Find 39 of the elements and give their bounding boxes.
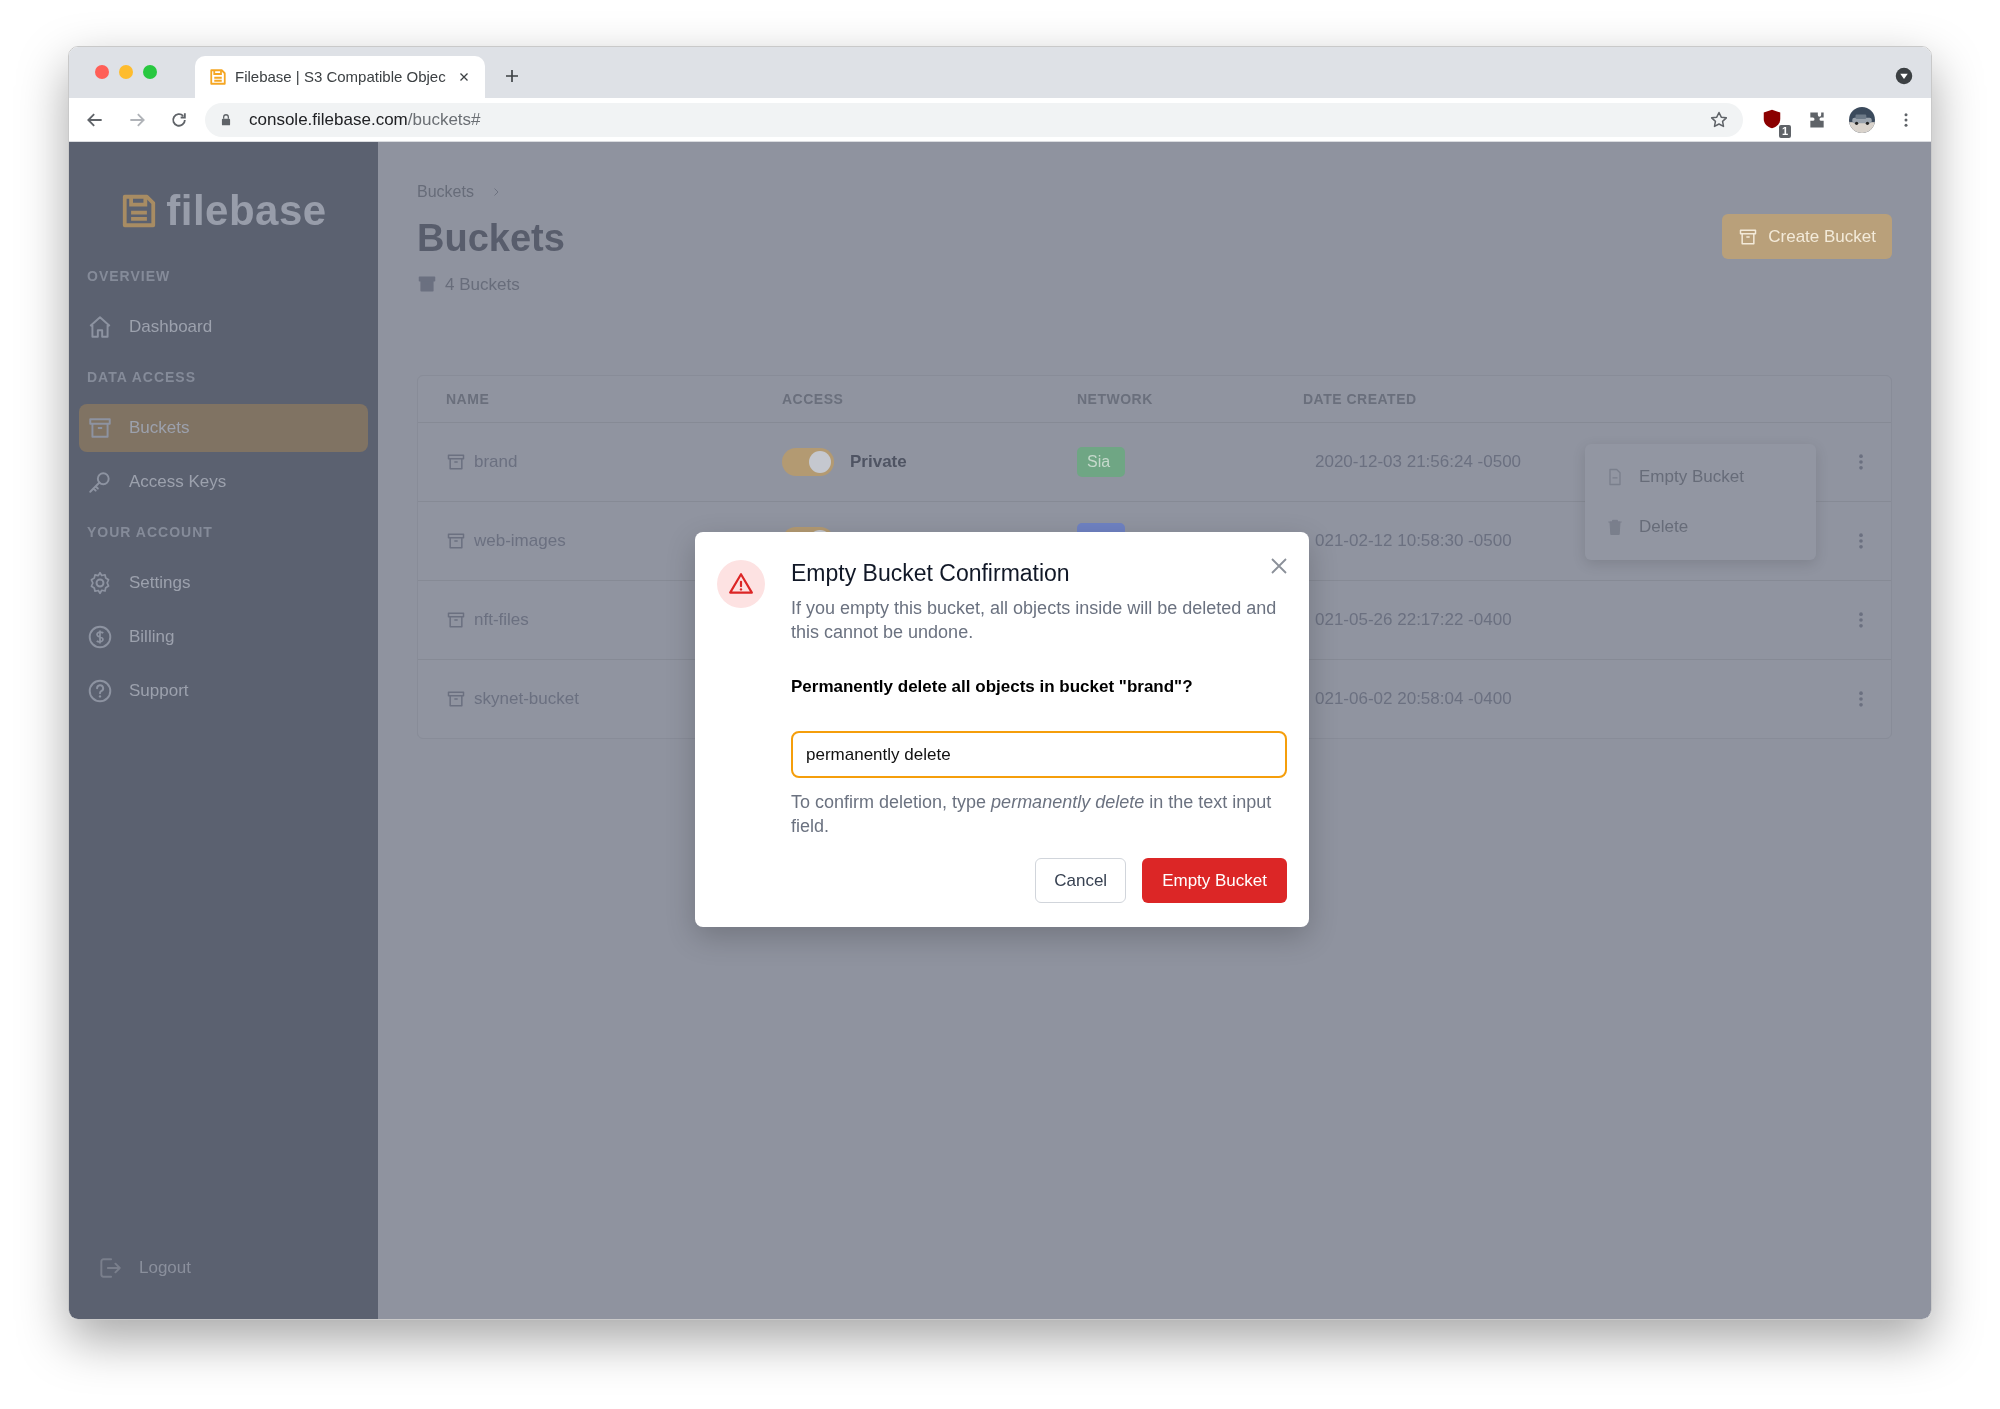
star-icon[interactable]	[1709, 109, 1729, 130]
warning-icon	[728, 571, 754, 597]
network-tag: Sia	[1077, 447, 1125, 478]
help-text: To confirm deletion, type permanently delete in the text input field.	[791, 791, 1273, 839]
browser-tab[interactable]: Filebase | S3 Compatible Objec	[195, 56, 485, 98]
logout-icon	[97, 1255, 123, 1281]
sidebar-item[interactable]: Support	[79, 667, 368, 715]
dialog-message: If you empty this bucket, all objects inside will be deleted and this cannot be undone.	[791, 596, 1278, 644]
window-control-dot[interactable]	[143, 65, 157, 79]
sidebar-item[interactable]: Access Keys	[79, 458, 368, 506]
dialog-title: Empty Bucket Confirmation	[791, 560, 1071, 588]
lock-icon	[219, 112, 233, 127]
sidebar-item[interactable]: Billing	[79, 613, 368, 661]
access-label: Private	[850, 451, 907, 474]
confirm-input-field[interactable]: permanently delete	[791, 731, 1287, 779]
key-icon	[87, 469, 113, 495]
help-icon	[87, 678, 113, 704]
url-text: console.filebase.com/buckets#	[249, 108, 481, 131]
sidebar-item[interactable]: Buckets	[79, 404, 368, 452]
empty-bucket-button[interactable]: Empty Bucket	[1142, 858, 1287, 904]
logo-text: filebase	[166, 190, 327, 232]
access-toggle[interactable]	[782, 448, 834, 477]
tab-title: Filebase | S3 Compatible Objec	[235, 66, 447, 87]
cancel-button[interactable]: Cancel	[1035, 858, 1127, 904]
tab-search-icon[interactable]	[1895, 67, 1913, 85]
new-tab-icon[interactable]	[503, 67, 521, 85]
sidebar-item[interactable]: Dashboard	[79, 303, 368, 351]
sidebar-item[interactable]: Settings	[79, 559, 368, 607]
trash-icon	[1605, 517, 1625, 537]
archive-box-icon	[87, 415, 113, 441]
address-bar[interactable]: console.filebase.com/buckets#	[205, 102, 1743, 137]
house-icon	[87, 314, 113, 340]
window-control-dot[interactable]	[95, 65, 109, 79]
confirm-question: Permanently delete all objects in bucket "brand"?	[791, 675, 1194, 698]
shield-icon[interactable]	[1761, 107, 1783, 130]
dollar-icon	[87, 624, 113, 650]
window-control-dot[interactable]	[119, 65, 133, 79]
extension-badge: 1	[1778, 124, 1791, 138]
create-bucket-button[interactable]: Create Bucket	[1722, 214, 1892, 259]
